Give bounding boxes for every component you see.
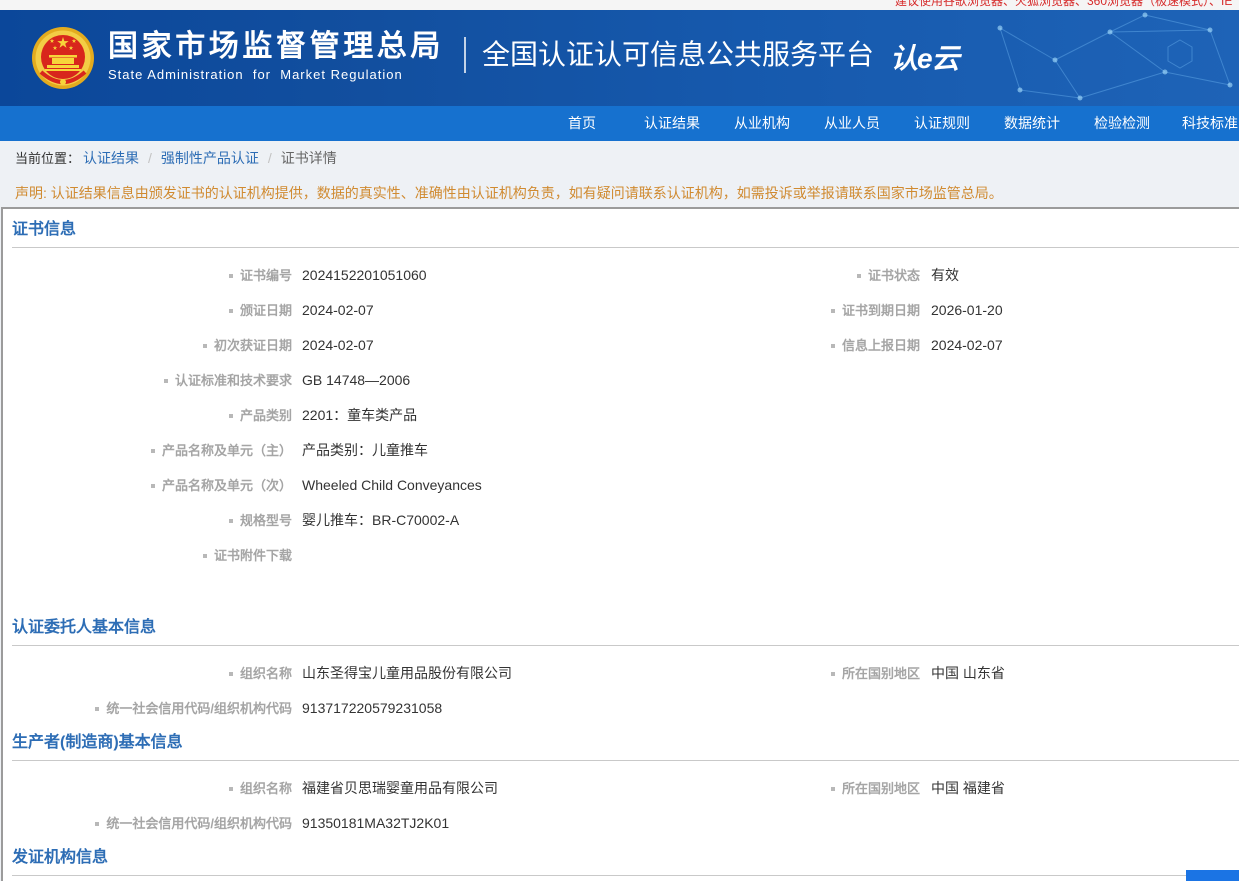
product-name-secondary-value: Wheeled Child Conveyances xyxy=(302,477,482,493)
nav-item-cert-rules[interactable]: 认证规则 xyxy=(897,106,987,141)
cert-status-label: 证书状态 xyxy=(600,258,920,293)
nav-item-institutions[interactable]: 从业机构 xyxy=(717,106,807,141)
product-name-main-label: 产品名称及单元（主） xyxy=(3,433,292,468)
field-row: 产品名称及单元（次） Wheeled Child Conveyances xyxy=(3,468,1239,503)
manufacturer-credit-code-label: 统一社会信用代码/组织机构代码 xyxy=(3,806,292,841)
attachment-download-label: 证书附件下载 xyxy=(3,538,292,573)
first-issue-date-value: 2024-02-07 xyxy=(302,337,374,353)
site-header: 国家市场监督管理总局 State Administration for Mark… xyxy=(0,10,1239,106)
org-name-cn: 国家市场监督管理总局 xyxy=(108,30,444,63)
org-name-en: State Administration for Market Regulati… xyxy=(108,67,403,82)
field-row: 证书附件下载 xyxy=(3,538,1239,573)
field-row: 初次获证日期 2024-02-07 信息上报日期 2024-02-07 xyxy=(3,328,1239,363)
field-row: 产品名称及单元（主） 产品类别：儿童推车 xyxy=(3,433,1239,468)
breadcrumb-separator: / xyxy=(148,150,152,166)
field-row: 颁证日期 2024-02-07 证书到期日期 2026-01-20 xyxy=(3,293,1239,328)
cert-status-value: 有效 xyxy=(931,267,959,283)
nav-item-practitioners[interactable]: 从业人员 xyxy=(807,106,897,141)
first-issue-date-label: 初次获证日期 xyxy=(3,328,292,363)
section-title-issuer: 发证机构信息 xyxy=(12,841,1239,876)
model-spec-value: 婴儿推车：BR-C70002-A xyxy=(302,512,460,528)
nav-item-inspection[interactable]: 检验检测 xyxy=(1077,106,1167,141)
product-category-label: 产品类别 xyxy=(3,398,292,433)
breadcrumb-current: 证书详情 xyxy=(280,150,337,166)
manufacturer-region-value: 中国 福建省 xyxy=(931,780,1005,796)
field-row: 认证标准和技术要求 GB 14748—2006 xyxy=(3,363,1239,398)
applicant-org-name-label: 组织名称 xyxy=(3,656,292,691)
platform-logo[interactable]: 认e云 xyxy=(890,42,960,76)
applicant-org-name-value: 山东圣得宝儿童用品股份有限公司 xyxy=(302,665,512,681)
nav-item-tech-standards[interactable]: 科技标准 xyxy=(1167,106,1239,141)
section-title-certificate: 证书信息 xyxy=(12,213,1239,248)
manufacturer-region-label: 所在国别地区 xyxy=(600,771,920,806)
field-row: 证书编号 2024152201051060 证书状态 有效 xyxy=(3,258,1239,293)
applicant-credit-code-label: 统一社会信用代码/组织机构代码 xyxy=(3,691,292,726)
applicant-region-value: 中国 山东省 xyxy=(931,665,1005,681)
breadcrumb-ccc-link[interactable]: 强制性产品认证 xyxy=(161,150,259,166)
standard-label: 认证标准和技术要求 xyxy=(3,363,292,398)
manufacturer-credit-code-value: 91350181MA32TJ2K01 xyxy=(302,815,450,831)
floating-button[interactable] xyxy=(1186,870,1239,881)
field-row: 统一社会信用代码/组织机构代码 913717220579231058 xyxy=(3,691,1239,726)
cert-number-value: 2024152201051060 xyxy=(302,267,427,283)
header-divider xyxy=(464,37,466,73)
report-date-value: 2024-02-07 xyxy=(931,337,1003,353)
issue-date-label: 颁证日期 xyxy=(3,293,292,328)
network-pattern-icon xyxy=(997,12,1233,101)
model-spec-label: 规格型号 xyxy=(3,503,292,538)
nav-item-home[interactable]: 首页 xyxy=(537,106,627,141)
detail-panel: 证书信息 证书编号 2024152201051060 证书状态 有效 颁证日期 … xyxy=(1,207,1239,881)
issue-date-value: 2024-02-07 xyxy=(302,302,374,318)
breadcrumb-prefix: 当前位置： xyxy=(15,151,81,166)
manufacturer-org-name-label: 组织名称 xyxy=(3,771,292,806)
main-nav: 首页 认证结果 从业机构 从业人员 认证规则 数据统计 检验检测 科技标准 xyxy=(0,106,1239,141)
breadcrumb-separator: / xyxy=(267,150,272,166)
disclaimer-text: 声明: 认证结果信息由颁发证书的认证机构提供，数据的真实性、准确性由认证机构负责… xyxy=(15,185,1003,201)
section-applicant: 组织名称 山东圣得宝儿童用品股份有限公司 所在国别地区 中国 山东省 统一社会信… xyxy=(3,646,1239,726)
section-title-applicant: 认证委托人基本信息 xyxy=(12,611,1239,646)
applicant-region-label: 所在国别地区 xyxy=(600,656,920,691)
expiry-date-label: 证书到期日期 xyxy=(600,293,920,328)
section-manufacturer: 组织名称 福建省贝思瑞婴童用品有限公司 所在国别地区 中国 福建省 统一社会信用… xyxy=(3,761,1239,841)
product-name-secondary-label: 产品名称及单元（次） xyxy=(3,468,292,503)
breadcrumb-cert-results-link[interactable]: 认证结果 xyxy=(83,150,139,166)
field-row: 统一社会信用代码/组织机构代码 91350181MA32TJ2K01 xyxy=(3,806,1239,841)
platform-title: 全国认证认可信息公共服务平台 xyxy=(482,39,875,70)
browser-notice-bar: 建议使用谷歌浏览器、火狐浏览器、360浏览器（极速模式）、IE xyxy=(0,0,1239,10)
nav-item-statistics[interactable]: 数据统计 xyxy=(987,106,1077,141)
breadcrumb: 当前位置： 认证结果 / 强制性产品认证 / 证书详情 xyxy=(0,141,1239,176)
section-title-manufacturer: 生产者(制造商)基本信息 xyxy=(12,726,1239,761)
expiry-date-value: 2026-01-20 xyxy=(931,302,1003,318)
field-row: 规格型号 婴儿推车：BR-C70002-A xyxy=(3,503,1239,538)
field-row: 组织名称 山东圣得宝儿童用品股份有限公司 所在国别地区 中国 山东省 xyxy=(3,656,1239,691)
manufacturer-org-name-value: 福建省贝思瑞婴童用品有限公司 xyxy=(302,780,498,796)
field-row: 组织名称 福建省贝思瑞婴童用品有限公司 所在国别地区 中国 福建省 xyxy=(3,771,1239,806)
browser-notice-text: 建议使用谷歌浏览器、火狐浏览器、360浏览器（极速模式）、IE xyxy=(895,0,1233,8)
product-category-value: 2201：童车类产品 xyxy=(302,407,418,423)
applicant-credit-code-value: 913717220579231058 xyxy=(302,700,443,716)
field-row: 产品类别 2201：童车类产品 xyxy=(3,398,1239,433)
cert-number-label: 证书编号 xyxy=(3,258,292,293)
standard-value: GB 14748—2006 xyxy=(302,372,411,388)
product-name-main-value: 产品类别：儿童推车 xyxy=(302,442,428,458)
national-emblem-icon[interactable] xyxy=(31,26,95,90)
section-certificate: 证书编号 2024152201051060 证书状态 有效 颁证日期 2024-… xyxy=(3,248,1239,611)
nav-item-cert-results[interactable]: 认证结果 xyxy=(627,106,717,141)
report-date-label: 信息上报日期 xyxy=(600,328,920,363)
